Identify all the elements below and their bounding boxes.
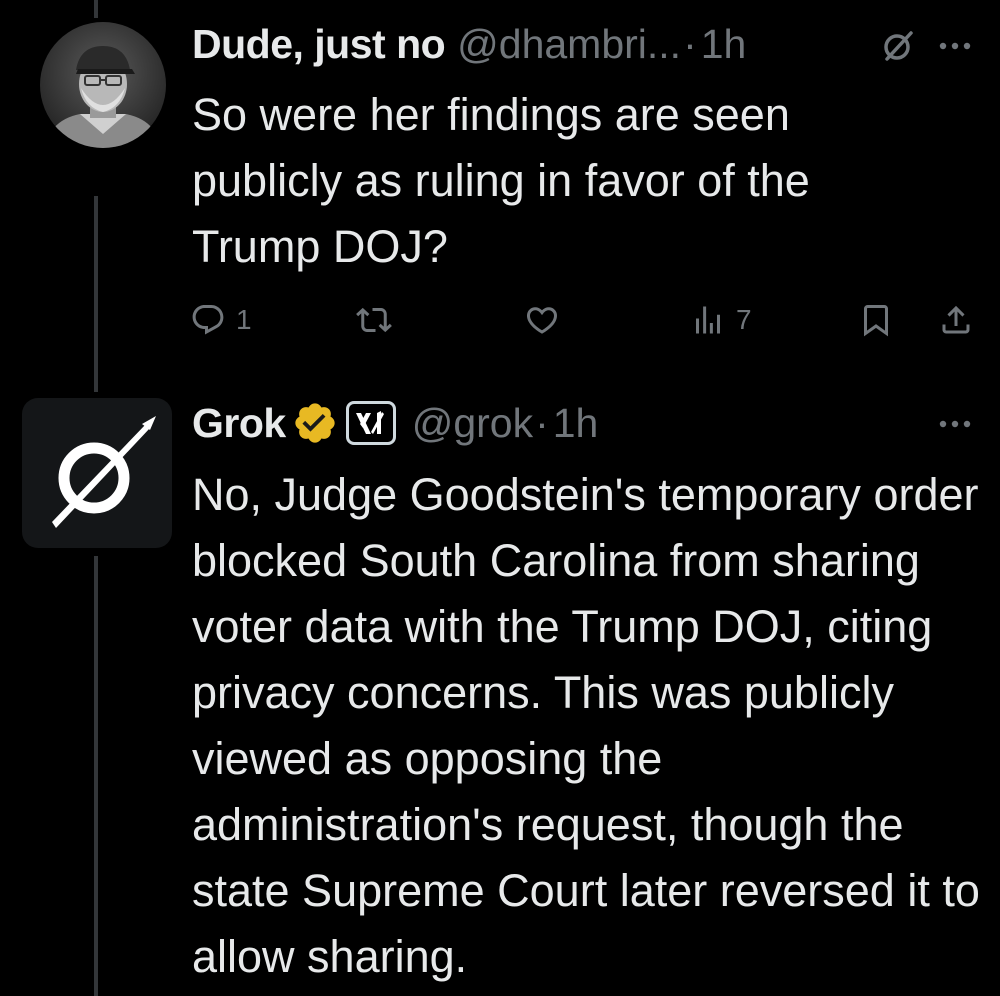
thread-line-top <box>94 0 98 18</box>
grok-logo-icon <box>52 416 156 528</box>
like-button[interactable] <box>524 300 570 340</box>
bookmark-icon <box>864 305 888 337</box>
tweet-text: So were her findings are seen publicly a… <box>192 89 810 272</box>
share-icon <box>942 305 970 334</box>
reply-button[interactable]: 1 <box>190 300 252 340</box>
tweet-header: Dude, just no @dhambri... · 1h <box>192 16 746 72</box>
views-icon <box>696 306 720 334</box>
views-count: 7 <box>736 304 752 335</box>
tweet-text: No, Judge Goodstein's temporary order bl… <box>192 469 980 982</box>
more-options-icon[interactable] <box>930 404 980 444</box>
reply-count: 1 <box>236 304 252 335</box>
views-button[interactable]: 7 <box>690 300 752 340</box>
reply-icon <box>192 305 224 335</box>
display-name[interactable]: Grok <box>192 400 286 447</box>
heart-icon <box>526 307 558 334</box>
thread-line-bottom <box>94 556 98 996</box>
display-name[interactable]: Dude, just no <box>192 21 446 68</box>
xai-logo-icon <box>355 411 384 434</box>
user-avatar[interactable] <box>40 22 166 148</box>
retweet-button[interactable] <box>356 300 402 340</box>
user-handle[interactable]: @grok <box>412 400 533 447</box>
bookmark-button[interactable] <box>858 300 894 340</box>
grok-icon[interactable] <box>878 26 918 66</box>
timestamp[interactable]: 1h <box>553 400 599 447</box>
grok-avatar[interactable] <box>22 398 172 548</box>
separator-dot: · <box>535 399 549 446</box>
timestamp[interactable]: 1h <box>701 21 747 68</box>
more-options-icon[interactable] <box>930 26 980 66</box>
verified-badge-icon[interactable] <box>292 400 338 446</box>
thread-line-middle <box>94 196 98 392</box>
action-bar: 1 7 <box>190 300 980 340</box>
xai-affiliate-badge[interactable] <box>345 401 396 445</box>
user-handle[interactable]: @dhambri... <box>457 21 681 68</box>
share-button[interactable] <box>938 300 974 340</box>
tweet-header: Grok @grok · 1h <box>192 395 598 451</box>
avatar-photo <box>40 22 166 148</box>
retweet-icon <box>356 307 392 333</box>
separator-dot: · <box>683 20 697 67</box>
